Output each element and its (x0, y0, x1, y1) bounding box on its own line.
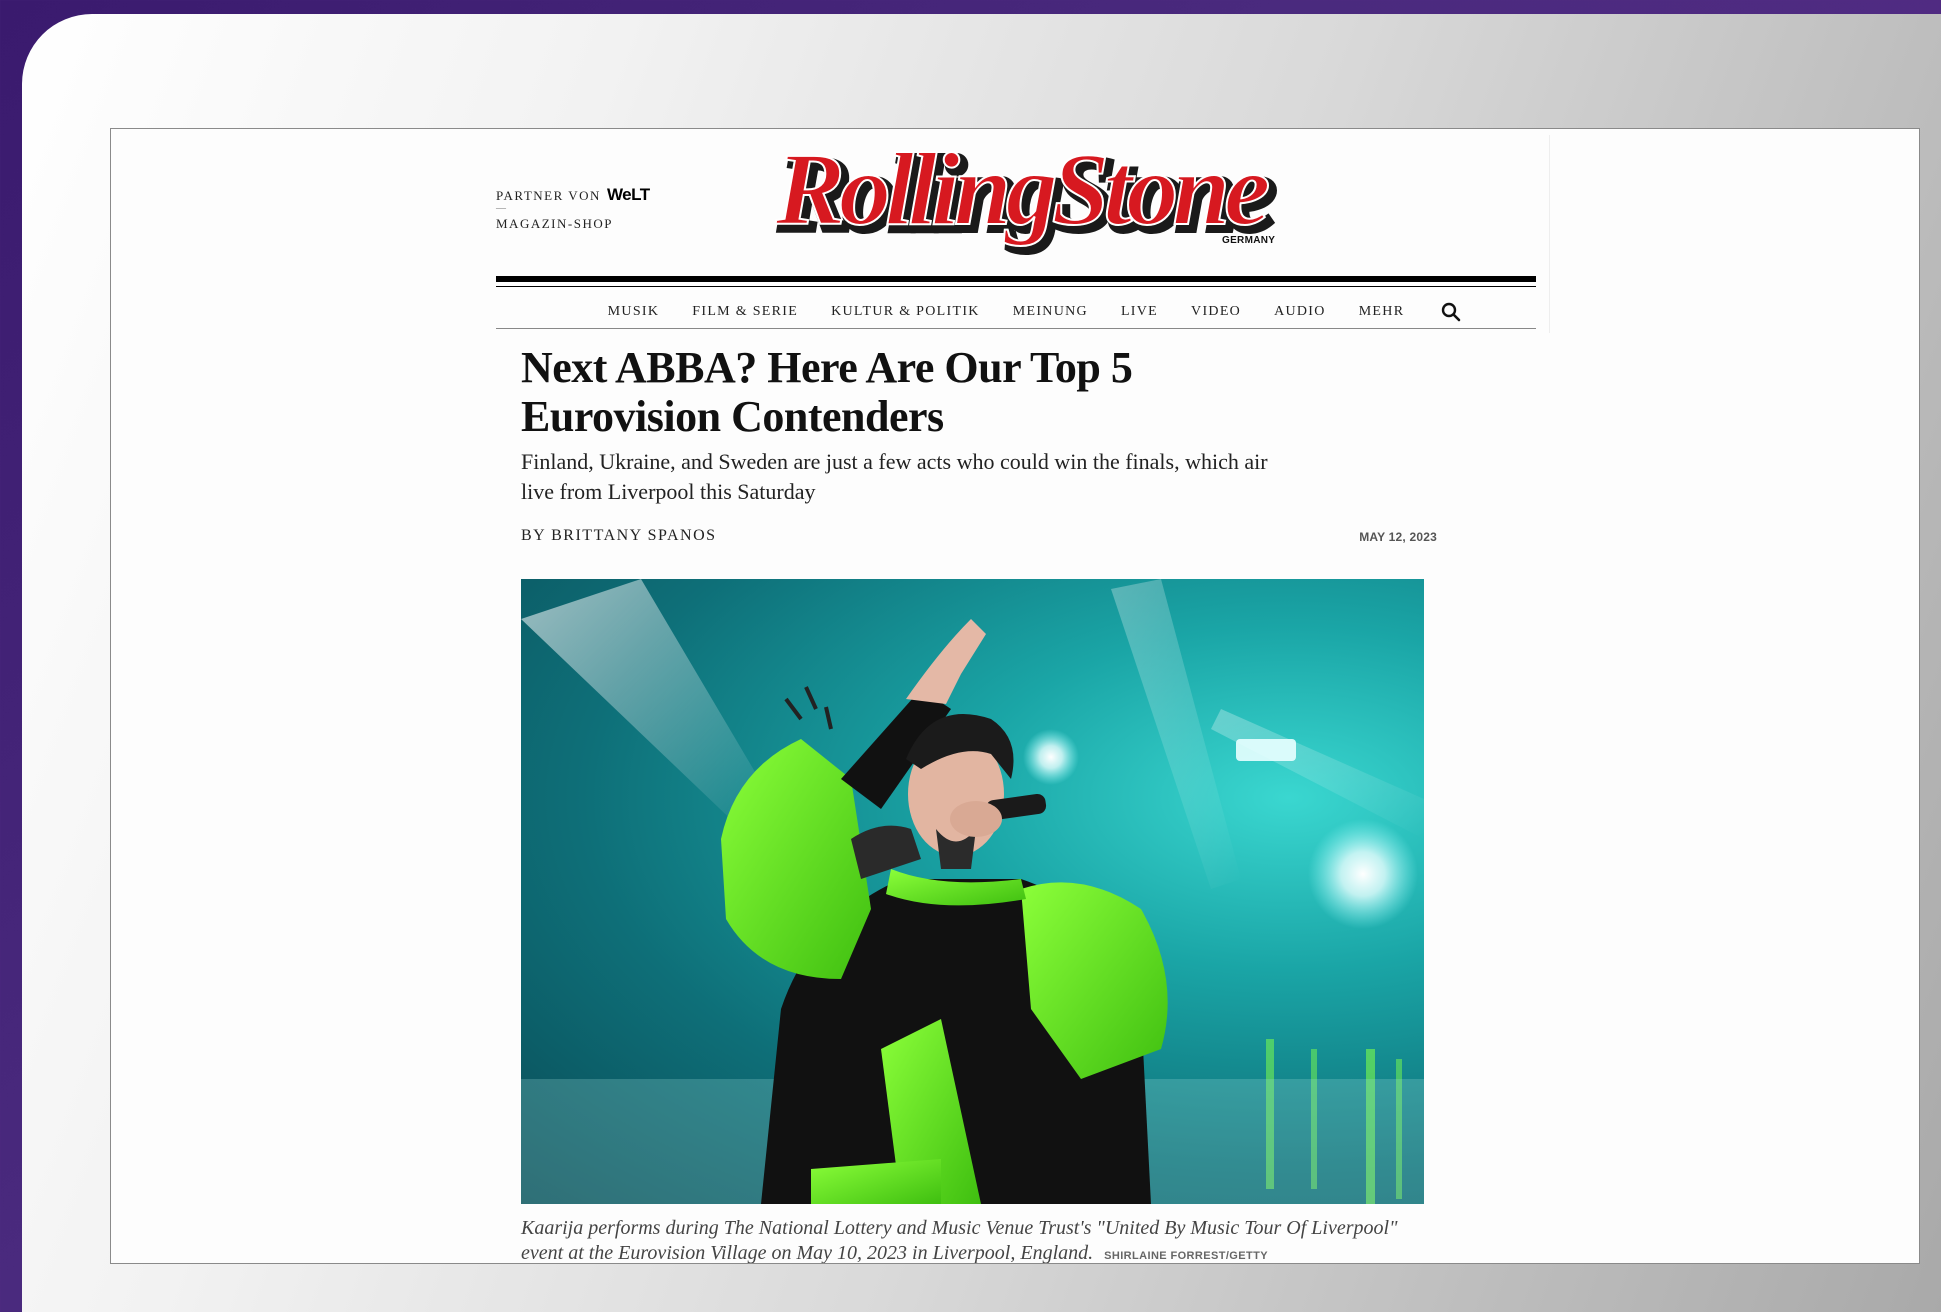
rolling-stone-logo[interactable]: RollingStone RollingStone (757, 135, 1287, 255)
hero-photo-illustration (521, 579, 1424, 1204)
partner-link[interactable]: PARTNER VON WeLT (496, 185, 650, 205)
article-headline: Next ABBA? Here Are Our Top 5 Eurovision… (521, 343, 1133, 441)
nav-item-musik[interactable]: MUSIK (608, 304, 660, 320)
search-icon[interactable] (1441, 302, 1461, 322)
article-byline[interactable]: BY BRITTANY SPANOS (521, 527, 717, 545)
masthead-rule-thin (496, 286, 1536, 287)
edition-label: GERMANY (1222, 235, 1276, 246)
nav-item-meinung[interactable]: MEINUNG (1013, 304, 1088, 320)
partner-label: PARTNER VON (496, 188, 601, 203)
article-date: MAY 12, 2023 (1359, 530, 1437, 544)
masthead: PARTNER VON WeLT — MAGAZIN-SHOP RollingS… (489, 135, 1550, 333)
masthead-rule (496, 276, 1536, 282)
nav-item-film-serie[interactable]: FILM & SERIE (692, 304, 798, 320)
photo-caption: Kaarija performs during The National Lot… (521, 1216, 1441, 1263)
nav-item-live[interactable]: LIVE (1121, 304, 1158, 320)
device-frame: PARTNER VON WeLT — MAGAZIN-SHOP RollingS… (22, 14, 1941, 1312)
nav-item-kultur-politik[interactable]: KULTUR & POLITIK (831, 304, 980, 320)
nav-item-audio[interactable]: AUDIO (1274, 304, 1326, 320)
logo-wordmark: RollingStone (775, 135, 1268, 247)
nav-divider (496, 328, 1536, 329)
magazin-shop-link[interactable]: MAGAZIN-SHOP (496, 216, 613, 232)
nav-item-video[interactable]: VIDEO (1191, 304, 1241, 320)
partner-separator: — (496, 203, 506, 214)
hero-image (521, 579, 1424, 1204)
article-dek: Finland, Ukraine, and Sweden are just a … (521, 449, 1268, 504)
photo-credit: SHIRLAINE FORREST/GETTY (1104, 1250, 1268, 1262)
main-nav: MUSIK FILM & SERIE KULTUR & POLITIK MEIN… (489, 292, 1550, 332)
nav-item-mehr[interactable]: MEHR (1359, 304, 1405, 320)
welt-logo[interactable]: WeLT (607, 185, 650, 205)
browser-viewport: PARTNER VON WeLT — MAGAZIN-SHOP RollingS… (110, 128, 1920, 1264)
